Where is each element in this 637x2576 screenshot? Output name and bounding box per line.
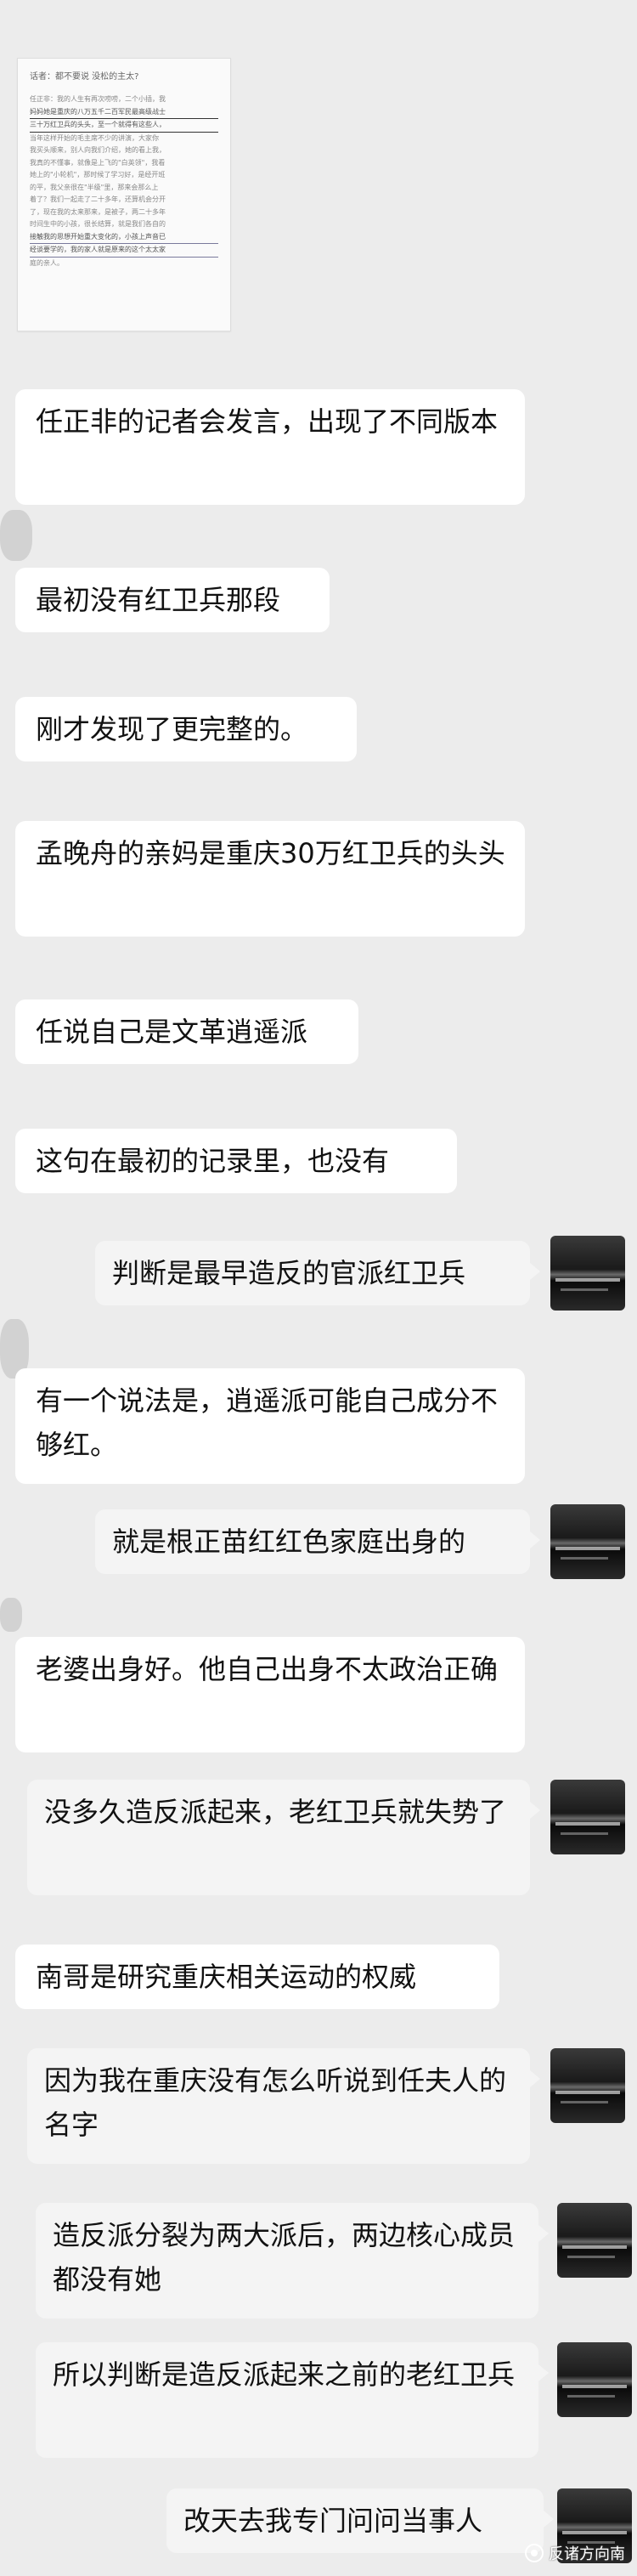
doc-line: 我买头顺来，别人向我们介绍，她的看上我， [30, 146, 166, 154]
chat-message-left[interactable]: 孟晚舟的亲妈是重庆30万红卫兵的头头 [15, 821, 525, 937]
message-text: 改天去我专门问问当事人 [183, 2505, 483, 2537]
chat-message-left[interactable]: 刚才发现了更完整的。 [15, 697, 357, 761]
user-avatar[interactable] [550, 2048, 625, 2123]
message-text: 没多久造反派起来，老红卫兵就失势了 [44, 1796, 507, 1828]
shared-document-image[interactable]: 话者：都不要说 没松的主太? 任正非：我的人生有再次唠唠，二个小插，我 妈妈她是… [17, 58, 231, 331]
chat-message-right[interactable]: 没多久造反派起来，老红卫兵就失势了 [27, 1780, 540, 1895]
doc-line: 她上的"小轮机"，那时候了学习好，是经开班 [30, 171, 166, 178]
doc-line: 妈妈她是重庆的八万五千二百军民最高级战士 [30, 106, 218, 119]
user-avatar[interactable] [550, 1236, 625, 1311]
message-text: 就是根正苗红红色家庭出身的 [112, 1526, 466, 1558]
message-text: 任说自己是文革逍遥派 [36, 1016, 308, 1048]
message-text: 因为我在重庆没有怎么听说到任夫人的名字 [44, 2064, 507, 2141]
chat-message-right[interactable]: 就是根正苗红红色家庭出身的 [95, 1509, 540, 1574]
chat-message-right[interactable]: 造反派分裂为两大派后，两边核心成员都没有她 [36, 2203, 549, 2318]
message-text: 判断是最早造反的官派红卫兵 [112, 1257, 466, 1289]
chat-message-left[interactable]: 最初没有红卫兵那段 [15, 568, 330, 632]
watermark-text: 反诸方向南 [549, 2545, 625, 2563]
doc-line: 庭的亲人。 [30, 258, 64, 267]
account-logo-icon [525, 2544, 544, 2562]
user-avatar[interactable] [550, 1504, 625, 1579]
message-text: 所以判断是造反派起来之前的老红卫兵 [53, 2358, 516, 2391]
chat-message-right[interactable]: 改天去我专门问问当事人 [166, 2488, 554, 2553]
user-avatar[interactable] [557, 2342, 632, 2417]
message-text: 这句在最初的记录里，也没有 [36, 1145, 390, 1177]
document-title: 话者：都不要说 没松的主太? [30, 72, 139, 82]
chat-message-left[interactable]: 南哥是研究重庆相关运动的权威 [15, 1945, 499, 2009]
chat-message-right[interactable]: 判断是最早造反的官派红卫兵 [95, 1241, 540, 1305]
doc-line: 着了？我们一起走了二十多年，还算机会分开 [30, 195, 166, 203]
message-text: 任正非的记者会发言，出现了不同版本 [36, 405, 499, 438]
message-text: 孟晚舟的亲妈是重庆30万红卫兵的头头 [36, 837, 505, 869]
message-text: 老婆出身好。他自己出身不太政治正确 [36, 1653, 499, 1685]
doc-line: 时间生中的小孩，很长结算，就是我们各自的 [30, 220, 166, 228]
message-text: 最初没有红卫兵那段 [36, 584, 281, 616]
message-text: 南哥是研究重庆相关运动的权威 [36, 1961, 417, 1993]
doc-line: 经谈要学的，我的家人就是原来的这个太太家 [30, 244, 218, 258]
doc-line: 的平，我父亲很在"半级"里，那来会那么上 [30, 183, 159, 191]
message-text: 造反派分裂为两大派后，两边核心成员都没有她 [53, 2219, 516, 2296]
decorative-scribble [0, 510, 32, 561]
chat-message-right[interactable]: 因为我在重庆没有怎么听说到任夫人的名字 [27, 2048, 540, 2164]
watermark: 反诸方向南 [525, 2542, 625, 2564]
chat-message-left[interactable]: 老婆出身好。他自己出身不太政治正确 [15, 1637, 525, 1752]
chat-message-left[interactable]: 有一个说法是，逍遥派可能自己成分不够红。 [15, 1368, 525, 1484]
doc-line: 了，现在我的太来那来，是被子，两二十多年 [30, 207, 166, 216]
chat-message-left[interactable]: 这句在最初的记录里，也没有 [15, 1129, 457, 1193]
message-text: 有一个说法是，逍遥派可能自己成分不够红。 [36, 1384, 499, 1461]
decorative-scribble [0, 1598, 22, 1632]
chat-message-left[interactable]: 任说自己是文革逍遥派 [15, 999, 358, 1064]
doc-line: 任正非：我的人生有再次唠唠，二个小插，我 [30, 95, 166, 103]
doc-line: 接触我的思想开始重大变化的，小孩上声音已 [30, 231, 218, 244]
document-body: 任正非：我的人生有再次唠唠，二个小插，我 妈妈她是重庆的八万五千二百军民最高级战… [30, 93, 218, 269]
user-avatar[interactable] [557, 2203, 632, 2278]
doc-line: 当年这样开始的毛主席不少的讲演，大家你 [30, 133, 159, 142]
chat-message-right[interactable]: 所以判断是造反派起来之前的老红卫兵 [36, 2342, 549, 2458]
doc-line: 我真的不懂事，就像是上飞的"白英领"，我看 [30, 158, 166, 167]
user-avatar[interactable] [550, 1780, 625, 1854]
doc-line: 三十万红卫兵的头头，至一个就得有这些人， [30, 119, 218, 133]
message-text: 刚才发现了更完整的。 [36, 713, 308, 745]
chat-message-left[interactable]: 任正非的记者会发言，出现了不同版本 [15, 389, 525, 505]
